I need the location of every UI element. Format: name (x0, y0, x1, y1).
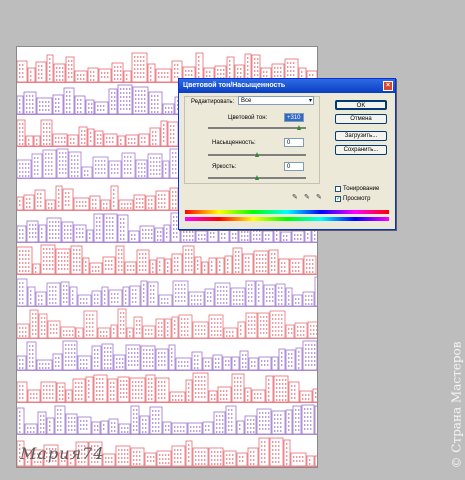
preview-checkbox[interactable]: ✓ (335, 196, 341, 202)
save-button[interactable]: Сохранить... (335, 145, 387, 155)
building-pattern-row (17, 243, 317, 275)
ok-button[interactable]: OK (335, 100, 387, 110)
result-spectrum-bar (185, 217, 389, 221)
building-pattern-row (17, 403, 317, 435)
lightness-label: Яркость: (212, 164, 237, 170)
edit-select[interactable]: Все ▾ (238, 96, 314, 105)
building-pattern-row (17, 339, 317, 371)
building-pattern-row (17, 307, 317, 339)
chevron-down-icon: ▾ (308, 98, 312, 104)
building-pattern-row (17, 275, 317, 307)
hue-slider-track[interactable] (208, 127, 306, 129)
signature-text: Мария74 (20, 444, 105, 463)
saturation-label: Насыщенность: (212, 140, 256, 146)
eyedropper-plus-icon[interactable]: ✎ (304, 193, 310, 201)
dialog-titlebar[interactable]: Цветовой тон/Насыщенность × (179, 79, 395, 93)
cancel-button[interactable]: Отмена (335, 114, 387, 124)
lightness-input[interactable]: 0 (284, 162, 304, 171)
watermark-text: © Страна Мастеров (449, 341, 464, 469)
colorize-label: Тонирование (343, 186, 380, 192)
eyedropper-icon[interactable]: ✎ (292, 193, 298, 201)
hue-label: Цветовой тон: (228, 115, 268, 121)
dialog-title: Цветовой тон/Насыщенность (183, 82, 286, 89)
source-spectrum-bar (185, 210, 389, 214)
saturation-input[interactable]: 0 (284, 138, 304, 147)
lightness-slider-thumb[interactable] (254, 175, 260, 180)
hue-slider-thumb[interactable] (296, 125, 302, 130)
watermark: © Страна Мастеров (447, 330, 465, 480)
hue-input[interactable]: +310 (284, 113, 304, 122)
preview-label: Просмотр (343, 196, 371, 202)
building-pattern-row (17, 371, 317, 403)
colorize-checkbox[interactable] (335, 186, 341, 192)
edit-label: Редактировать: (191, 99, 235, 105)
edit-select-value: Все (241, 98, 252, 104)
saturation-slider-thumb[interactable] (254, 152, 260, 157)
close-icon[interactable]: × (383, 81, 393, 91)
load-button[interactable]: Загрузить... (335, 131, 387, 141)
eyedropper-minus-icon[interactable]: ✎ (316, 193, 322, 201)
